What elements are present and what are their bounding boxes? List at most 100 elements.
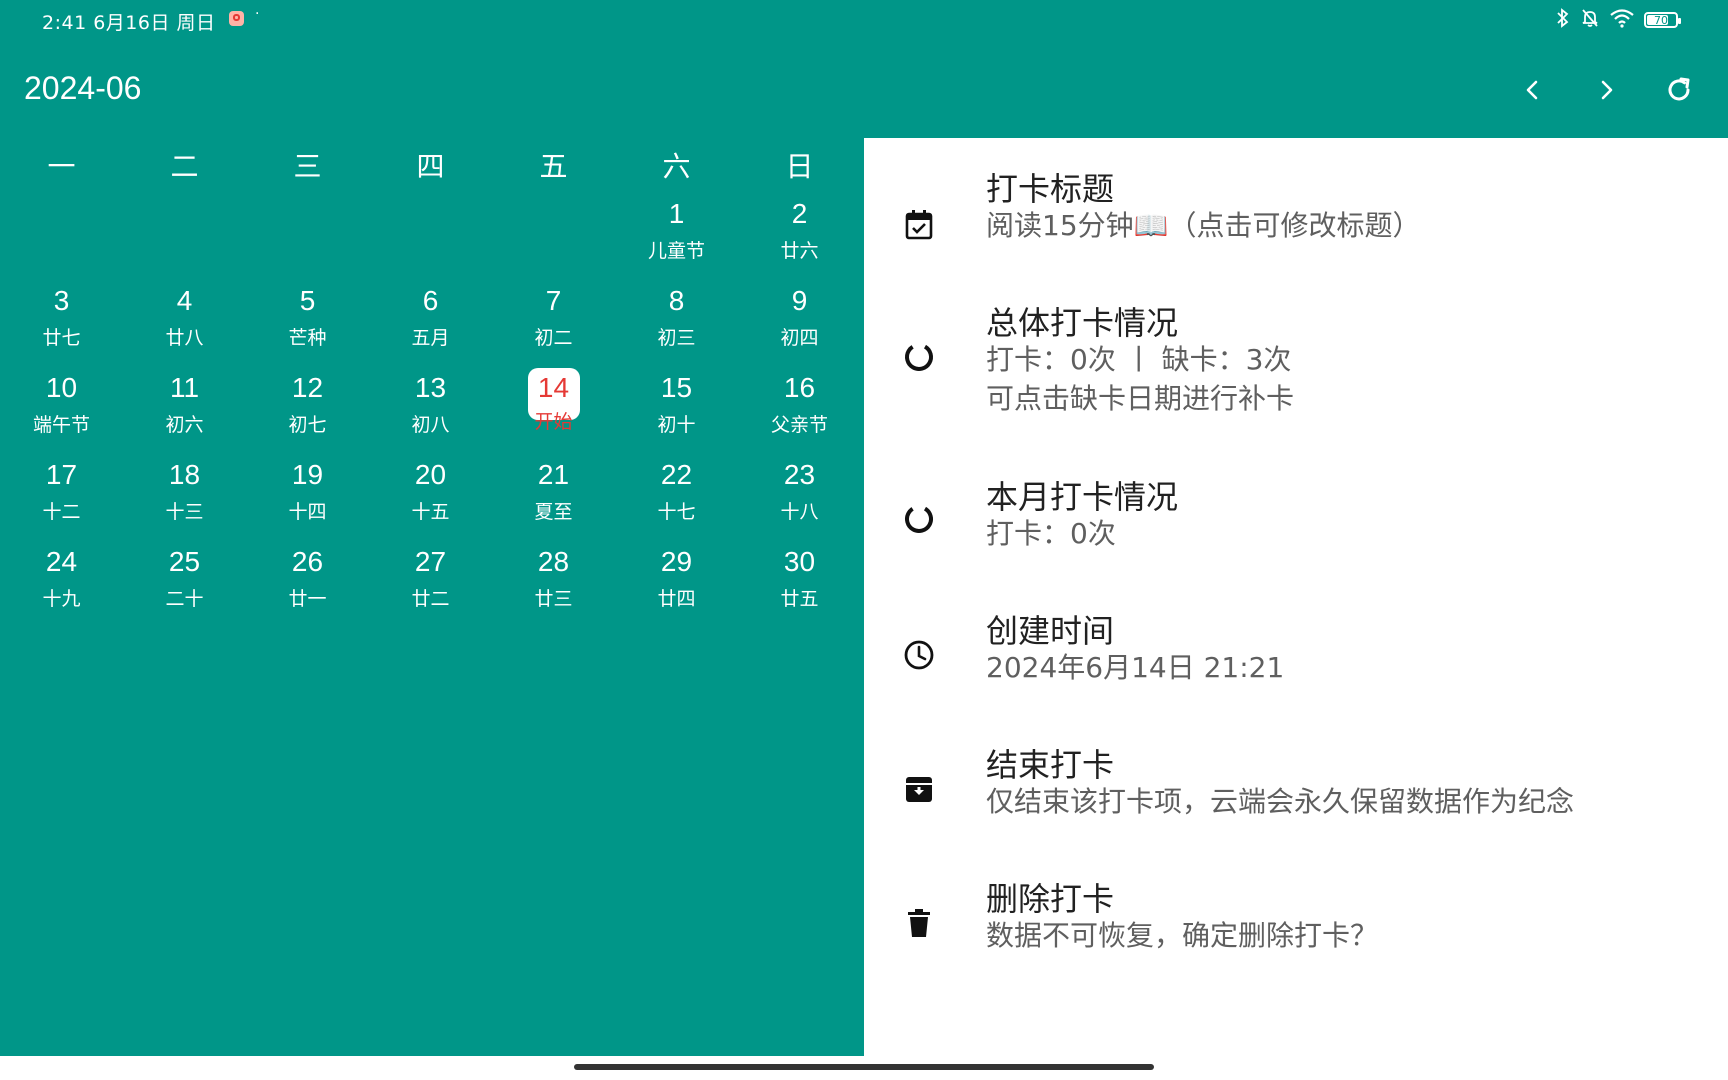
day-lunar-label: 廿七 xyxy=(42,327,81,349)
day-cell[interactable]: 17 十二 xyxy=(0,453,123,540)
day-number: 7 xyxy=(545,285,562,316)
end-checkin-item[interactable]: 结束打卡 仅结束该打卡项，云端会永久保留数据作为纪念 xyxy=(864,740,1728,830)
day-cell[interactable]: 1 儿童节 xyxy=(615,192,738,279)
day-number: 2 xyxy=(791,198,808,229)
day-number: 9 xyxy=(791,285,808,316)
day-cell[interactable]: 26 廿一 xyxy=(246,540,369,627)
end-checkin-label: 结束打卡 xyxy=(986,746,1115,784)
day-cell[interactable]: 21 夏至 xyxy=(492,453,615,540)
month-stats-label: 本月打卡情况 xyxy=(986,478,1179,516)
day-lunar-label: 初十 xyxy=(657,414,696,436)
day-lunar-label: 廿八 xyxy=(165,327,204,349)
checkin-title-item[interactable]: 打卡标题 阅读15分钟📖（点击可修改标题） xyxy=(864,164,1728,274)
weekday-header: 一 二 三 四 五 六 日 xyxy=(0,138,864,192)
day-number: 24 xyxy=(45,546,78,577)
day-number: 13 xyxy=(414,372,447,403)
weekday-label: 六 xyxy=(662,150,691,183)
end-checkin-desc: 仅结束该打卡项，云端会永久保留数据作为纪念 xyxy=(986,785,1575,818)
day-cell[interactable]: 4 廿八 xyxy=(123,279,246,366)
day-cell[interactable]: 25 二十 xyxy=(123,540,246,627)
day-lunar-label: 初二 xyxy=(534,327,573,349)
calendar: 一 二 三 四 五 六 日 1 儿童节 2 廿六 3 廿七 4 廿八 5 芒种 6 五月 7… xyxy=(0,138,864,1056)
overall-stats-label: 总体打卡情况 xyxy=(986,304,1179,342)
app-bar: 2024-06 xyxy=(0,40,1728,138)
weekday-label: 日 xyxy=(785,150,814,183)
day-cell[interactable]: 19 十四 xyxy=(246,453,369,540)
month-stats-count: 打卡：0次 xyxy=(986,517,1116,550)
day-number: 29 xyxy=(660,546,693,577)
day-cell[interactable]: 8 初三 xyxy=(615,279,738,366)
bluetooth-icon xyxy=(1555,7,1571,33)
battery-icon: 70 xyxy=(1644,12,1681,28)
refresh-button[interactable] xyxy=(1657,68,1701,112)
empty-day-cell xyxy=(0,192,123,279)
delete-checkin-item[interactable]: 删除打卡 数据不可恢复，确定删除打卡？ xyxy=(864,874,1728,964)
day-number: 14 xyxy=(537,372,570,403)
day-lunar-label: 十七 xyxy=(657,501,696,523)
day-number: 26 xyxy=(291,546,324,577)
checkin-title-label: 打卡标题 xyxy=(986,170,1115,208)
chevron-left-icon xyxy=(1526,80,1538,100)
day-number: 12 xyxy=(291,372,324,403)
month-title: 2024-06 xyxy=(24,70,142,106)
day-lunar-label: 父亲节 xyxy=(770,414,828,436)
prev-month-button[interactable] xyxy=(1511,68,1555,112)
day-number: 3 xyxy=(53,285,70,316)
day-cell[interactable]: 12 初七 xyxy=(246,366,369,453)
day-cell[interactable]: 22 十七 xyxy=(615,453,738,540)
day-cell[interactable]: 27 廿二 xyxy=(369,540,492,627)
day-lunar-label: 五月 xyxy=(411,327,450,349)
day-cell[interactable]: 15 初十 xyxy=(615,366,738,453)
day-lunar-label: 十四 xyxy=(288,501,327,523)
day-cell[interactable]: 9 初四 xyxy=(738,279,861,366)
day-lunar-label: 廿四 xyxy=(657,588,696,610)
day-cell[interactable]: 13 初八 xyxy=(369,366,492,453)
status-time-date: 2:41 6月16日 周日 xyxy=(42,12,216,34)
chevron-right-icon xyxy=(1601,80,1613,100)
wifi-icon xyxy=(1609,8,1635,33)
day-cell[interactable]: 18 十三 xyxy=(123,453,246,540)
day-cell[interactable]: 28 廿三 xyxy=(492,540,615,627)
day-cell[interactable]: 16 父亲节 xyxy=(738,366,861,453)
day-lunar-label: 十八 xyxy=(780,501,819,523)
day-lunar-label: 初八 xyxy=(411,414,450,436)
day-lunar-label: 十五 xyxy=(411,501,450,523)
day-cell[interactable]: 2 廿六 xyxy=(738,192,861,279)
day-number: 1 xyxy=(668,198,685,229)
calendar-week: 3 廿七 4 廿八 5 芒种 6 五月 7 初二 8 初三 9 初四 xyxy=(0,279,864,366)
weekday-label: 三 xyxy=(293,150,322,183)
calendar-week: 10 端午节 11 初六 12 初七 13 初八 14 开始 15 初十 16 父亲节 xyxy=(0,366,864,453)
day-number: 17 xyxy=(45,459,78,490)
day-cell[interactable]: 6 五月 xyxy=(369,279,492,366)
calendar-check-icon xyxy=(902,208,936,242)
battery-level: 70 xyxy=(1654,13,1668,27)
next-month-button[interactable] xyxy=(1584,68,1628,112)
day-cell[interactable]: 30 廿五 xyxy=(738,540,861,627)
mute-bell-icon xyxy=(1580,8,1600,33)
day-cell[interactable]: 3 廿七 xyxy=(0,279,123,366)
day-cell[interactable]: 5 芒种 xyxy=(246,279,369,366)
today-day-cell[interactable]: 14 开始 xyxy=(492,366,615,453)
day-cell[interactable]: 24 十九 xyxy=(0,540,123,627)
status-dot: · xyxy=(255,6,260,22)
day-cell[interactable]: 10 端午节 xyxy=(0,366,123,453)
weekday-label: 五 xyxy=(539,150,568,183)
day-cell[interactable]: 20 十五 xyxy=(369,453,492,540)
day-lunar-label: 廿一 xyxy=(288,588,327,610)
day-cell[interactable]: 23 十八 xyxy=(738,453,861,540)
created-time-value: 2024年6月14日 21:21 xyxy=(986,651,1285,684)
day-number: 16 xyxy=(783,372,816,403)
day-lunar-label: 端午节 xyxy=(32,414,90,436)
empty-day-cell xyxy=(369,192,492,279)
home-indicator[interactable] xyxy=(574,1064,1154,1070)
day-lunar-label: 十九 xyxy=(42,588,81,610)
day-cell[interactable]: 11 初六 xyxy=(123,366,246,453)
day-lunar-label: 芒种 xyxy=(288,327,327,349)
empty-day-cell xyxy=(123,192,246,279)
day-number: 5 xyxy=(299,285,316,316)
overall-stats-hint: 可点击缺卡日期进行补卡 xyxy=(986,382,1295,415)
day-number: 22 xyxy=(660,459,693,490)
day-lunar-label: 初七 xyxy=(288,414,327,436)
day-cell[interactable]: 7 初二 xyxy=(492,279,615,366)
day-cell[interactable]: 29 廿四 xyxy=(615,540,738,627)
